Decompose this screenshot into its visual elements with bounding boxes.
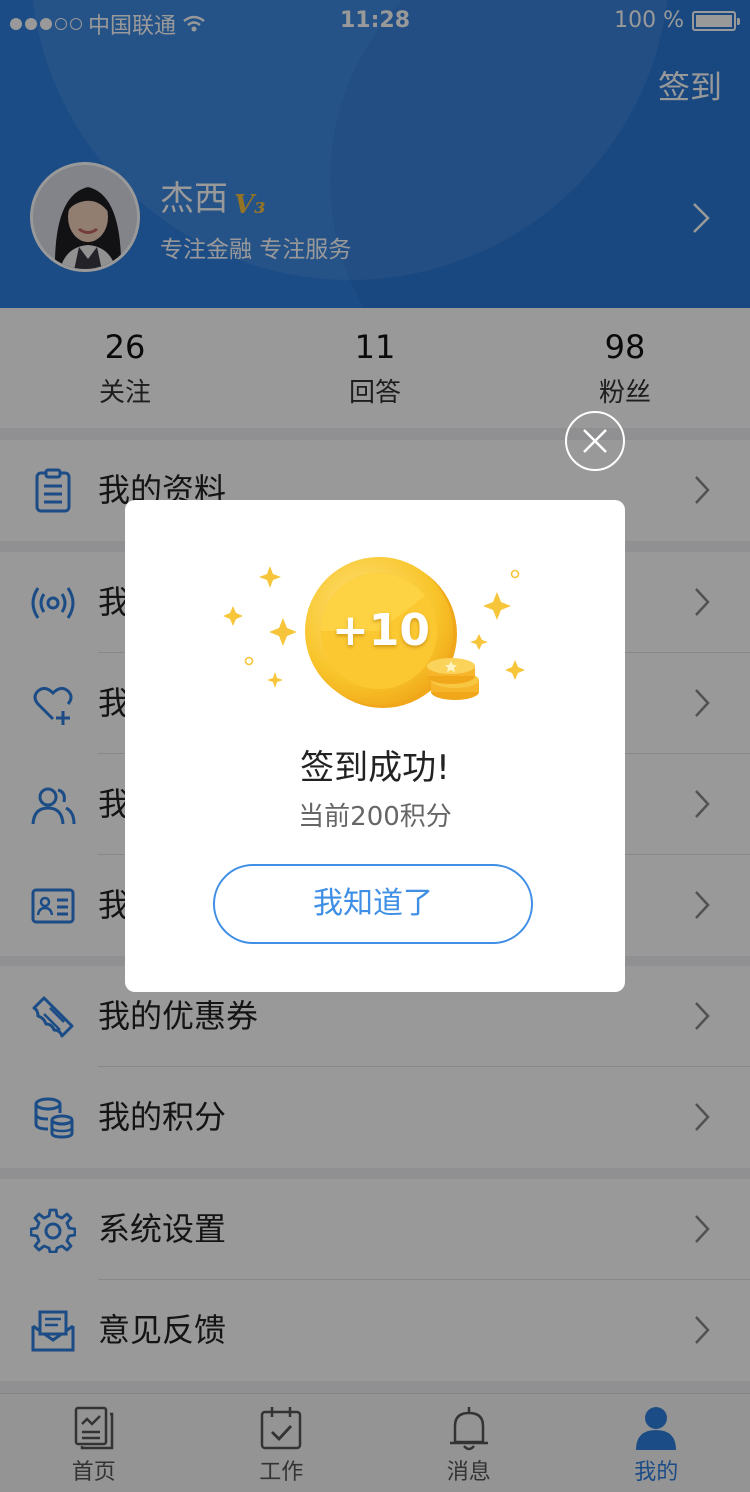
acknowledge-button[interactable]: 我知道了 [213, 864, 533, 944]
points-earned: +10 [331, 605, 431, 656]
close-button[interactable] [565, 411, 625, 471]
dialog-subtitle: 当前200积分 [298, 802, 452, 832]
dialog-title: 签到成功! [300, 748, 450, 788]
close-icon [583, 429, 607, 453]
checkin-success-dialog: +10 签到成功! 当前200积分 我知道了 [125, 500, 625, 992]
